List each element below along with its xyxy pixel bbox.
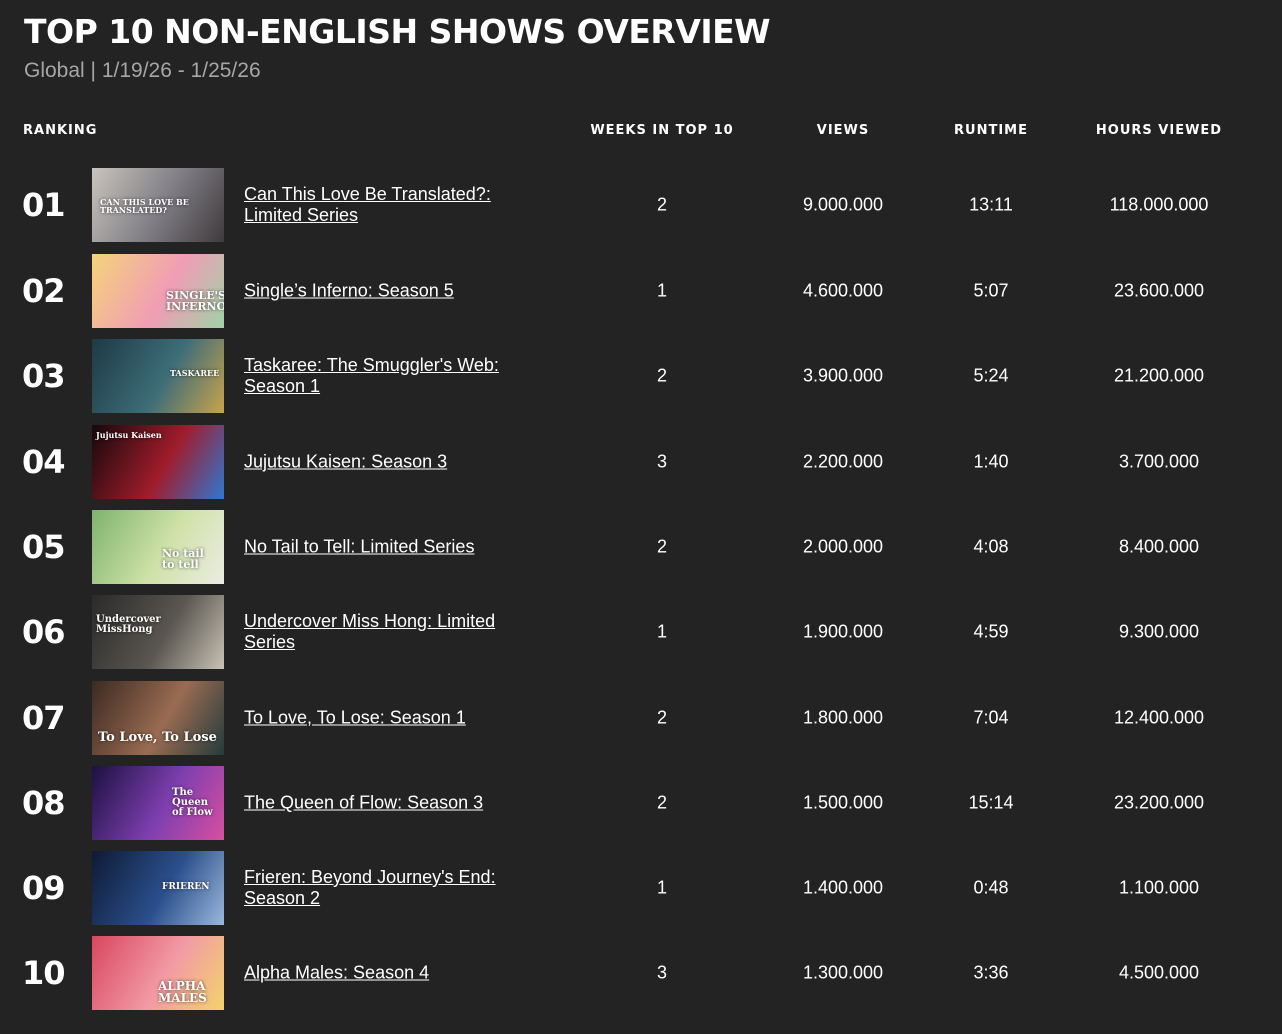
weeks-in-top10-value: 2 bbox=[656, 707, 668, 728]
show-thumbnail[interactable]: Undercover MissHong bbox=[92, 595, 224, 669]
column-header-runtime: RUNTIME bbox=[954, 123, 1028, 138]
weeks-in-top10-value: 2 bbox=[656, 365, 668, 386]
rank-number: 08 bbox=[22, 784, 66, 822]
views-value: 1.300.000 bbox=[802, 962, 884, 983]
rank-number: 06 bbox=[22, 613, 66, 651]
weeks-in-top10-value: 1 bbox=[656, 621, 668, 642]
runtime-value: 3:36 bbox=[973, 962, 1009, 983]
hours-viewed-value: 3.700.000 bbox=[1118, 451, 1200, 472]
thumbnail-logo-text: CAN THIS LOVE BE TRANSLATED? bbox=[100, 197, 189, 215]
runtime-value: 5:07 bbox=[973, 280, 1009, 301]
show-thumbnail[interactable]: FRIEREN bbox=[92, 851, 224, 925]
hours-viewed-value: 9.300.000 bbox=[1118, 621, 1200, 642]
show-thumbnail[interactable]: SINGLE'S INFERNO bbox=[92, 254, 224, 328]
runtime-value: 4:08 bbox=[973, 536, 1009, 557]
column-header-views: VIEWS bbox=[816, 123, 870, 138]
thumbnail-logo-text: Undercover MissHong bbox=[96, 614, 161, 635]
show-title-link[interactable]: Single’s Inferno: Season 5 bbox=[244, 281, 534, 302]
runtime-value: 5:24 bbox=[973, 365, 1009, 386]
show-thumbnail[interactable]: ALPHA MALES bbox=[92, 936, 224, 1010]
weeks-in-top10-value: 3 bbox=[656, 451, 668, 472]
table-row: 09 FRIEREN Frieren: Beyond Journey's End: … bbox=[0, 851, 1282, 925]
weeks-in-top10-value: 2 bbox=[656, 792, 668, 813]
show-thumbnail[interactable]: TASKAREE bbox=[92, 339, 224, 413]
runtime-value: 15:14 bbox=[968, 792, 1014, 813]
rank-number: 05 bbox=[22, 528, 66, 566]
show-title-link[interactable]: The Queen of Flow: Season 3 bbox=[244, 793, 534, 814]
column-header-weeks: WEEKS IN TOP 10 bbox=[590, 123, 734, 138]
views-value: 2.000.000 bbox=[802, 536, 884, 557]
views-value: 2.200.000 bbox=[802, 451, 884, 472]
show-thumbnail[interactable]: Jujutsu Kaisen bbox=[92, 425, 224, 499]
views-value: 1.800.000 bbox=[802, 707, 884, 728]
show-thumbnail[interactable]: CAN THIS LOVE BE TRANSLATED? bbox=[92, 168, 224, 242]
column-header-ranking: RANKING bbox=[23, 123, 98, 138]
hours-viewed-value: 1.100.000 bbox=[1118, 877, 1200, 898]
views-value: 1.400.000 bbox=[802, 877, 884, 898]
table-row: 10 ALPHA MALES Alpha Males: Season 4 3 1.300… bbox=[0, 936, 1282, 1010]
show-title-link[interactable]: Frieren: Beyond Journey's End: Season 2 bbox=[244, 867, 534, 909]
runtime-value: 1:40 bbox=[973, 451, 1009, 472]
page-title: TOP 10 NON-ENGLISH SHOWS OVERVIEW bbox=[24, 12, 771, 51]
hours-viewed-value: 23.600.000 bbox=[1113, 280, 1205, 301]
thumbnail-logo-text: The Queen of Flow bbox=[172, 787, 213, 818]
weeks-in-top10-value: 3 bbox=[656, 962, 668, 983]
table-row: 02 SINGLE'S INFERNO Single’s Inferno: Seas… bbox=[0, 254, 1282, 328]
show-title-link[interactable]: To Love, To Lose: Season 1 bbox=[244, 708, 534, 729]
hours-viewed-value: 12.400.000 bbox=[1113, 707, 1205, 728]
weeks-in-top10-value: 2 bbox=[656, 194, 668, 215]
table-row: 03 TASKAREE Taskaree: The Smuggler's Web: … bbox=[0, 339, 1282, 413]
column-header-hours: HOURS VIEWED bbox=[1095, 123, 1223, 138]
thumbnail-logo-text: FRIEREN bbox=[162, 882, 210, 892]
table-row: 05 No tail to tell No Tail to Tell: Limite… bbox=[0, 510, 1282, 584]
page-subtitle: Global | 1/19/26 - 1/25/26 bbox=[24, 59, 261, 82]
show-thumbnail[interactable]: To Love, To Lose bbox=[92, 681, 224, 755]
table-row: 07 To Love, To Lose To Love, To Lose: Seas… bbox=[0, 681, 1282, 755]
views-value: 1.500.000 bbox=[802, 792, 884, 813]
views-value: 4.600.000 bbox=[802, 280, 884, 301]
show-title-link[interactable]: Taskaree: The Smuggler's Web: Season 1 bbox=[244, 355, 534, 397]
show-thumbnail[interactable]: The Queen of Flow bbox=[92, 766, 224, 840]
weeks-in-top10-value: 2 bbox=[656, 536, 668, 557]
thumbnail-logo-text: TASKAREE bbox=[170, 368, 220, 378]
rank-number: 07 bbox=[22, 699, 66, 737]
hours-viewed-value: 8.400.000 bbox=[1118, 536, 1200, 557]
views-value: 1.900.000 bbox=[802, 621, 884, 642]
hours-viewed-value: 21.200.000 bbox=[1113, 365, 1205, 386]
rank-number: 01 bbox=[22, 186, 66, 224]
show-title-link[interactable]: Undercover Miss Hong: Limited Series bbox=[244, 611, 534, 653]
weeks-in-top10-value: 1 bbox=[656, 280, 668, 301]
rank-number: 02 bbox=[22, 272, 66, 310]
views-value: 9.000.000 bbox=[802, 194, 884, 215]
rank-number: 03 bbox=[22, 357, 66, 395]
hours-viewed-value: 23.200.000 bbox=[1113, 792, 1205, 813]
runtime-value: 4:59 bbox=[973, 621, 1009, 642]
runtime-value: 0:48 bbox=[973, 877, 1009, 898]
table-row: 01 CAN THIS LOVE BE TRANSLATED? Can This L… bbox=[0, 168, 1282, 242]
runtime-value: 7:04 bbox=[973, 707, 1009, 728]
hours-viewed-value: 118.000.000 bbox=[1109, 194, 1209, 215]
table-row: 04 Jujutsu Kaisen Jujutsu Kaisen: Season 3… bbox=[0, 425, 1282, 499]
show-title-link[interactable]: Alpha Males: Season 4 bbox=[244, 963, 534, 984]
show-title-link[interactable]: Jujutsu Kaisen: Season 3 bbox=[244, 452, 534, 473]
table-row: 06 Undercover MissHong Undercover Miss Hon… bbox=[0, 595, 1282, 669]
rank-number: 04 bbox=[22, 443, 66, 481]
thumbnail-logo-text: Jujutsu Kaisen bbox=[96, 430, 162, 440]
table-row: 08 The Queen of Flow The Queen of Flow: Se… bbox=[0, 766, 1282, 840]
rank-number: 10 bbox=[22, 954, 66, 992]
show-title-link[interactable]: No Tail to Tell: Limited Series bbox=[244, 537, 534, 558]
views-value: 3.900.000 bbox=[802, 365, 884, 386]
thumbnail-logo-text: No tail to tell bbox=[162, 547, 204, 571]
weeks-in-top10-value: 1 bbox=[656, 877, 668, 898]
show-title-link[interactable]: Can This Love Be Translated?: Limited Se… bbox=[244, 184, 534, 226]
show-thumbnail[interactable]: No tail to tell bbox=[92, 510, 224, 584]
thumbnail-logo-text: ALPHA MALES bbox=[158, 979, 207, 1005]
hours-viewed-value: 4.500.000 bbox=[1118, 962, 1200, 983]
thumbnail-logo-text: SINGLE'S INFERNO bbox=[166, 289, 224, 313]
thumbnail-logo-text: To Love, To Lose bbox=[98, 730, 217, 745]
rank-number: 09 bbox=[22, 869, 66, 907]
runtime-value: 13:11 bbox=[969, 194, 1013, 215]
